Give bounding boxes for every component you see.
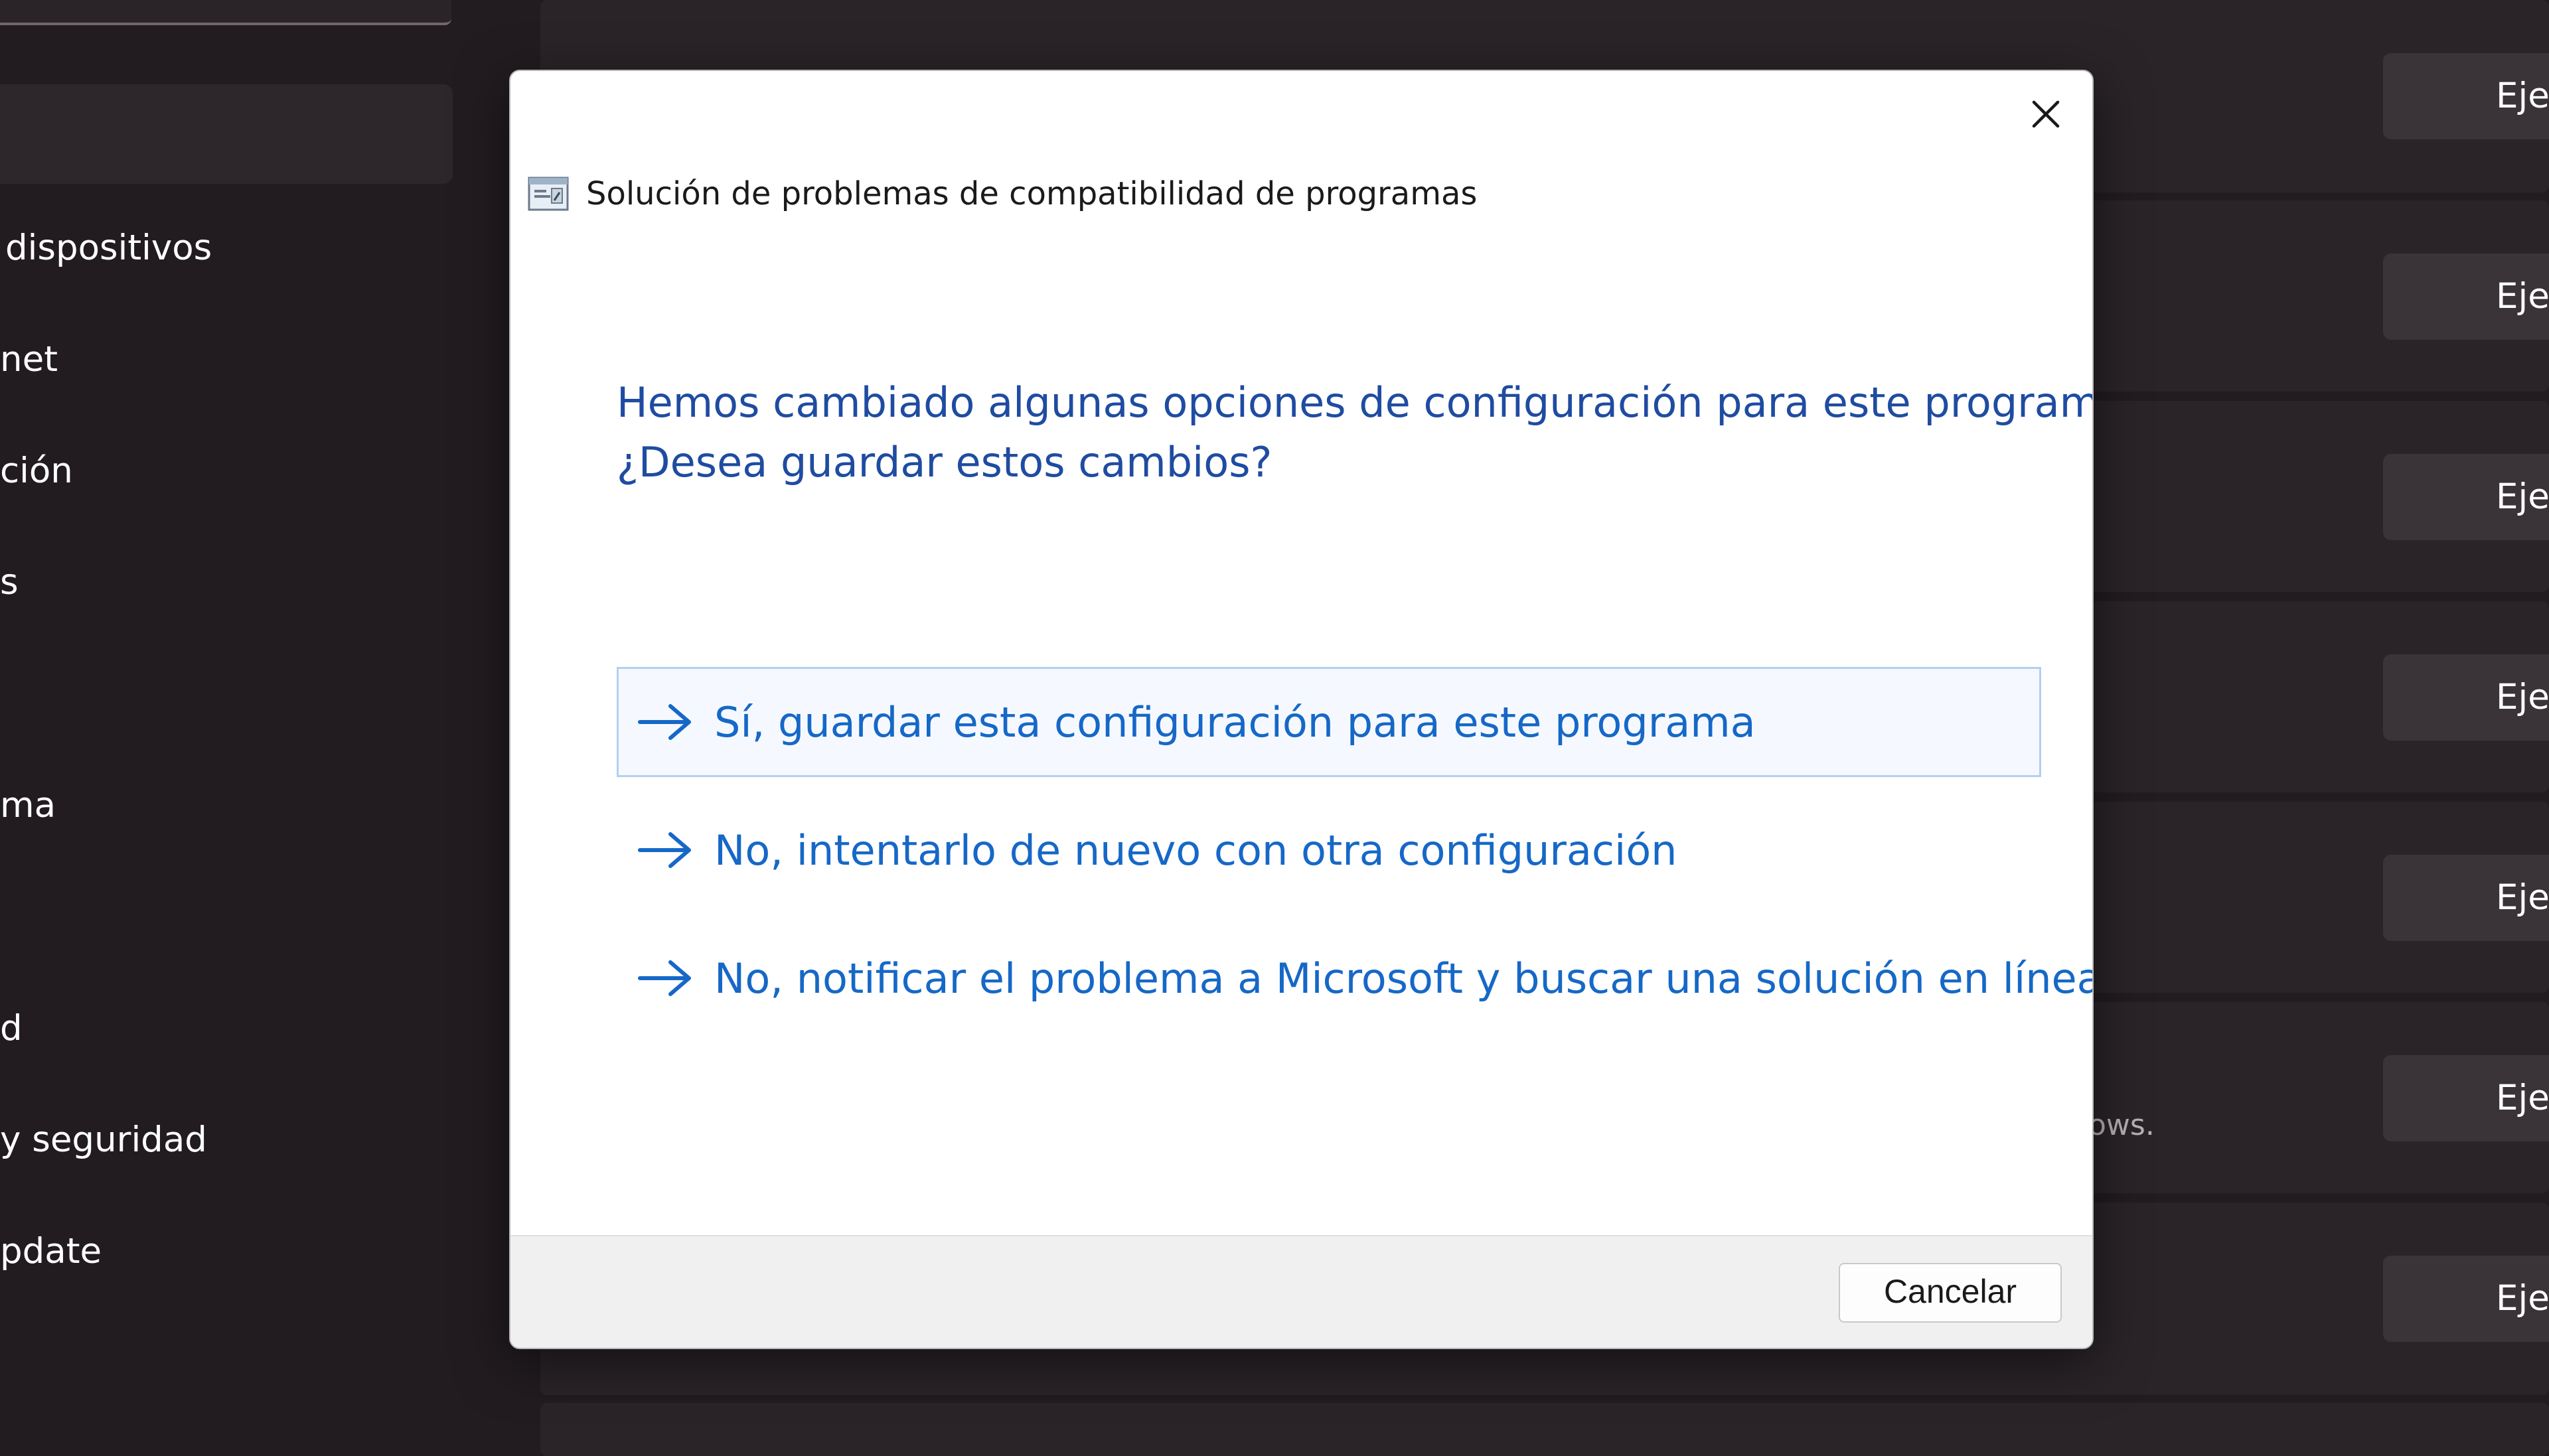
sidebar-item-devices[interactable]: dispositivos: [5, 222, 212, 275]
run-button[interactable]: Ejec: [2383, 855, 2549, 941]
arrow-right-icon: [638, 704, 691, 740]
sidebar-search-box[interactable]: [0, 0, 451, 25]
sidebar-selected-item[interactable]: [0, 84, 453, 184]
sidebar-item-windows-update[interactable]: pdate: [0, 1225, 102, 1278]
sidebar-item-label: d: [0, 1008, 23, 1049]
heading-line-2: ¿Desea guardar estos cambios?: [617, 438, 1273, 486]
troubleshooter-card: [540, 1403, 2549, 1456]
close-icon: [2032, 100, 2060, 128]
card-description: ows.: [2088, 1108, 2155, 1142]
sidebar-item-label: y seguridad: [0, 1120, 207, 1160]
run-button[interactable]: Ejec: [2383, 53, 2549, 139]
arrow-right-icon: [638, 832, 691, 868]
option-label: No, notificar el problema a Microsoft y …: [714, 954, 2094, 1003]
sidebar-item-system[interactable]: ma: [0, 779, 56, 832]
troubleshooter-app-icon: [528, 177, 569, 211]
option-label: No, intentarlo de nuevo con otra configu…: [714, 826, 1677, 875]
sidebar-item-internet[interactable]: net: [0, 333, 58, 386]
settings-sidebar: dispositivos net ción s ma d y seguridad…: [0, 0, 465, 1433]
heading-line-1: Hemos cambiado algunas opciones de confi…: [617, 378, 2094, 427]
sidebar-item-label: dispositivos: [5, 228, 212, 268]
compatibility-troubleshooter-dialog: Solución de problemas de compatibilidad …: [509, 70, 2094, 1349]
dialog-titlebar: Solución de problemas de compatibilidad …: [528, 171, 1477, 217]
arrow-right-icon: [638, 960, 691, 996]
run-button[interactable]: Ejec: [2383, 454, 2549, 540]
sidebar-item-accessibility[interactable]: d: [0, 1002, 23, 1055]
sidebar-item-label: ma: [0, 785, 56, 826]
run-button[interactable]: Ejec: [2383, 254, 2549, 340]
sidebar-item-label: s: [0, 562, 19, 603]
sidebar-item-personalization[interactable]: ción: [0, 445, 73, 498]
run-button[interactable]: Ejec: [2383, 1256, 2549, 1342]
sidebar-item-label: ción: [0, 451, 73, 491]
sidebar-item-privacy-security[interactable]: y seguridad: [0, 1114, 207, 1167]
dialog-heading: Hemos cambiado algunas opciones de confi…: [617, 373, 2094, 492]
run-button[interactable]: Ejec: [2383, 1055, 2549, 1141]
option-save-settings[interactable]: Sí, guardar esta configuración para este…: [617, 667, 2041, 777]
cancel-button[interactable]: Cancelar: [1839, 1263, 2062, 1323]
dialog-footer: Cancelar: [510, 1235, 2092, 1348]
run-button[interactable]: Ejec: [2383, 654, 2549, 741]
option-label: Sí, guardar esta configuración para este…: [714, 697, 1756, 747]
sidebar-item-apps[interactable]: s: [0, 556, 19, 609]
dialog-title: Solución de problemas de compatibilidad …: [586, 175, 1478, 212]
close-button[interactable]: [2013, 84, 2079, 144]
sidebar-item-label: pdate: [0, 1231, 102, 1272]
sidebar-item-label: net: [0, 339, 58, 380]
option-try-again[interactable]: No, intentarlo de nuevo con otra configu…: [617, 795, 2041, 905]
option-report-problem[interactable]: No, notificar el problema a Microsoft y …: [617, 923, 2092, 1033]
